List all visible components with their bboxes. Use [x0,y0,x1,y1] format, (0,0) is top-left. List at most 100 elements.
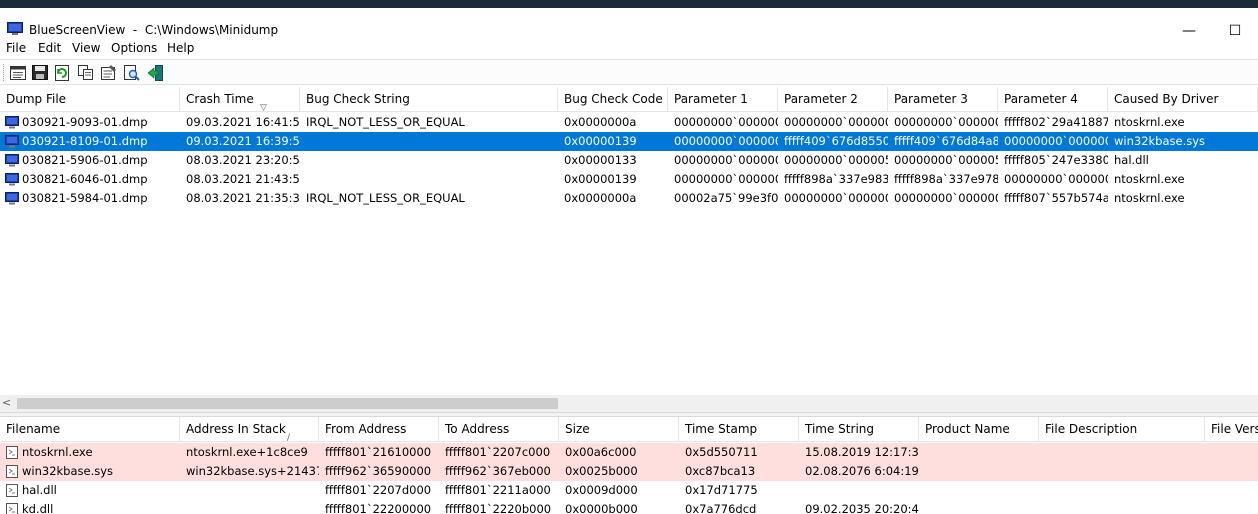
col-from-address[interactable]: From Address [319,417,439,442]
col-address-in-stack[interactable]: Address In Stack / [180,417,319,442]
cell-bug-check-string [300,151,558,170]
col-parameter-4[interactable]: Parameter 4 [998,87,1108,112]
toolbar-grip[interactable] [3,64,5,81]
menu-bar: File Edit View Options Help [0,38,1258,58]
module-row[interactable]: ntoskrnl.exe ntoskrnl.exe+1c8ce9 fffff801`… [0,443,1258,462]
cell-parameter-4: 00000000`000000... [1004,134,1108,148]
maximize-icon: ☐ [1228,23,1242,39]
dump-row[interactable]: 030921-8109-01.dmp 09.03.2021 16:39:52 0x0… [0,132,1258,151]
cell-size: 0x0009d000 [565,483,638,497]
cell-parameter-2: fffff898a`337e9830 [784,172,888,186]
dump-list: Dump File Crash Time ▽ Bug Check String B… [0,87,1258,395]
cell-product-name [919,481,1039,500]
module-row[interactable]: win32kbase.sys win32kbase.sys+21437 fffff9… [0,462,1258,481]
cell-parameter-1: 00002a75`99e3f058 [674,191,778,205]
dump-row[interactable]: 030821-5984-01.dmp 08.03.2021 21:35:39 IRQ… [0,189,1258,208]
cell-dump-file: 030921-8109-01.dmp [22,134,148,148]
cell-parameter-4: 00000000`000000... [1004,172,1108,186]
col-time-string[interactable]: Time String [799,417,919,442]
cell-time-string: 02.08.2076 6:04:19 [805,464,919,478]
cell-from-address: fffff801`22200000 [325,502,432,514]
exit-button[interactable] [146,64,164,81]
dump-row[interactable]: 030821-6046-01.dmp 08.03.2021 21:43:56 0x0… [0,170,1258,189]
col-time-stamp[interactable]: Time Stamp [679,417,799,442]
module-row[interactable]: kd.dll fffff801`22200000 fffff801`2220b000… [0,500,1258,514]
dump-row[interactable]: 030921-9093-01.dmp 09.03.2021 16:41:51 IRQ… [0,113,1258,132]
cell-parameter-3: fffff898a`337e9788 [894,172,998,186]
properties-icon [101,65,116,80]
col-product-name[interactable]: Product Name [919,417,1039,442]
cell-size: 0x0000b000 [565,502,638,514]
col-parameter-3[interactable]: Parameter 3 [888,87,998,112]
col-bug-check-string[interactable]: Bug Check String [300,87,558,112]
col-file-version[interactable]: File Version [1205,417,1258,442]
cell-bug-check-string: IRQL_NOT_LESS_OR_EQUAL [306,115,465,129]
html-report-icon [10,65,26,80]
col-bug-check-code[interactable]: Bug Check Code [558,87,668,112]
save-button[interactable] [31,64,49,81]
cell-bug-check-string [300,132,558,151]
cell-caused-by-driver: ntoskrnl.exe [1114,191,1185,205]
cell-filename: win32kbase.sys [22,464,114,478]
col-parameter-2[interactable]: Parameter 2 [778,87,888,112]
scrollbar-thumb[interactable] [17,398,558,409]
menu-file[interactable]: File [6,41,26,55]
copy-icon [78,65,93,80]
exit-icon [147,64,163,81]
col-parameter-1[interactable]: Parameter 1 [668,87,778,112]
module-list-header: Filename Address In Stack / From Address … [0,417,1258,442]
cell-filename: hal.dll [22,483,57,497]
cell-caused-by-driver: ntoskrnl.exe [1114,115,1185,129]
minimize-icon: — [1182,23,1196,39]
cell-file-description [1039,500,1205,514]
toolbar [0,59,1258,85]
refresh-button[interactable] [53,64,71,81]
cell-from-address: fffff801`2207d000 [325,483,432,497]
menu-edit[interactable]: Edit [38,41,61,55]
horizontal-scrollbar[interactable]: < [0,395,1258,412]
app-icon [7,22,23,35]
cell-to-address: fffff962`367eb000 [445,464,551,478]
save-icon [32,65,48,80]
html-report-button[interactable] [9,64,27,81]
sort-indicator-icon: / [287,433,291,442]
copy-button[interactable] [77,64,95,81]
cell-bug-check-string: IRQL_NOT_LESS_OR_EQUAL [306,191,465,205]
cell-parameter-3: 00000000`000000... [894,115,998,129]
cell-time-stamp: 0x7a776dcd [685,502,757,514]
col-crash-time[interactable]: Crash Time ▽ [180,87,300,112]
sort-descending-icon: ▽ [260,103,267,112]
cell-parameter-1: 00000000`000000... [674,172,778,186]
scroll-left-icon[interactable]: < [2,396,11,409]
col-dump-file[interactable]: Dump File [0,87,180,112]
cell-parameter-4: fffff802`29a41887 [1004,115,1108,129]
cell-to-address: fffff801`2207c000 [445,445,551,459]
menu-help[interactable]: Help [167,41,194,55]
cell-dump-file: 030821-6046-01.dmp [22,172,148,186]
cell-from-address: fffff962`36590000 [325,464,432,478]
col-file-description[interactable]: File Description [1039,417,1205,442]
cell-address-in-stack [180,481,319,500]
col-caused-by-driver[interactable]: Caused By Driver [1108,87,1258,112]
col-filename[interactable]: Filename [0,417,180,442]
cell-caused-by-driver: hal.dll [1114,153,1149,167]
menu-options[interactable]: Options [111,41,157,55]
cell-bug-check-code: 0x00000133 [564,153,637,167]
col-size[interactable]: Size [559,417,679,442]
properties-button[interactable] [100,64,118,81]
cell-parameter-4: fffff807`557b574a [1004,191,1108,205]
cell-parameter-3: 00000000`000005... [894,153,998,167]
cell-crash-time: 09.03.2021 16:41:51 [186,115,300,129]
col-to-address[interactable]: To Address [439,417,559,442]
cell-parameter-2: 00000000`000000... [784,115,888,129]
cell-product-name [919,500,1039,514]
dump-row[interactable]: 030821-5906-01.dmp 08.03.2021 23:20:50 0x0… [0,151,1258,170]
find-button[interactable] [123,64,141,81]
cell-crash-time: 09.03.2021 16:39:52 [186,134,300,148]
module-row[interactable]: hal.dll fffff801`2207d000 fffff801`2211a00… [0,481,1258,500]
cell-parameter-1: 00000000`000000... [674,153,778,167]
cell-time-stamp: 0x17d71775 [685,483,758,497]
menu-view[interactable]: View [72,41,100,55]
cell-time-stamp: 0xc87bca13 [685,464,756,478]
cell-dump-file: 030921-9093-01.dmp [22,115,148,129]
